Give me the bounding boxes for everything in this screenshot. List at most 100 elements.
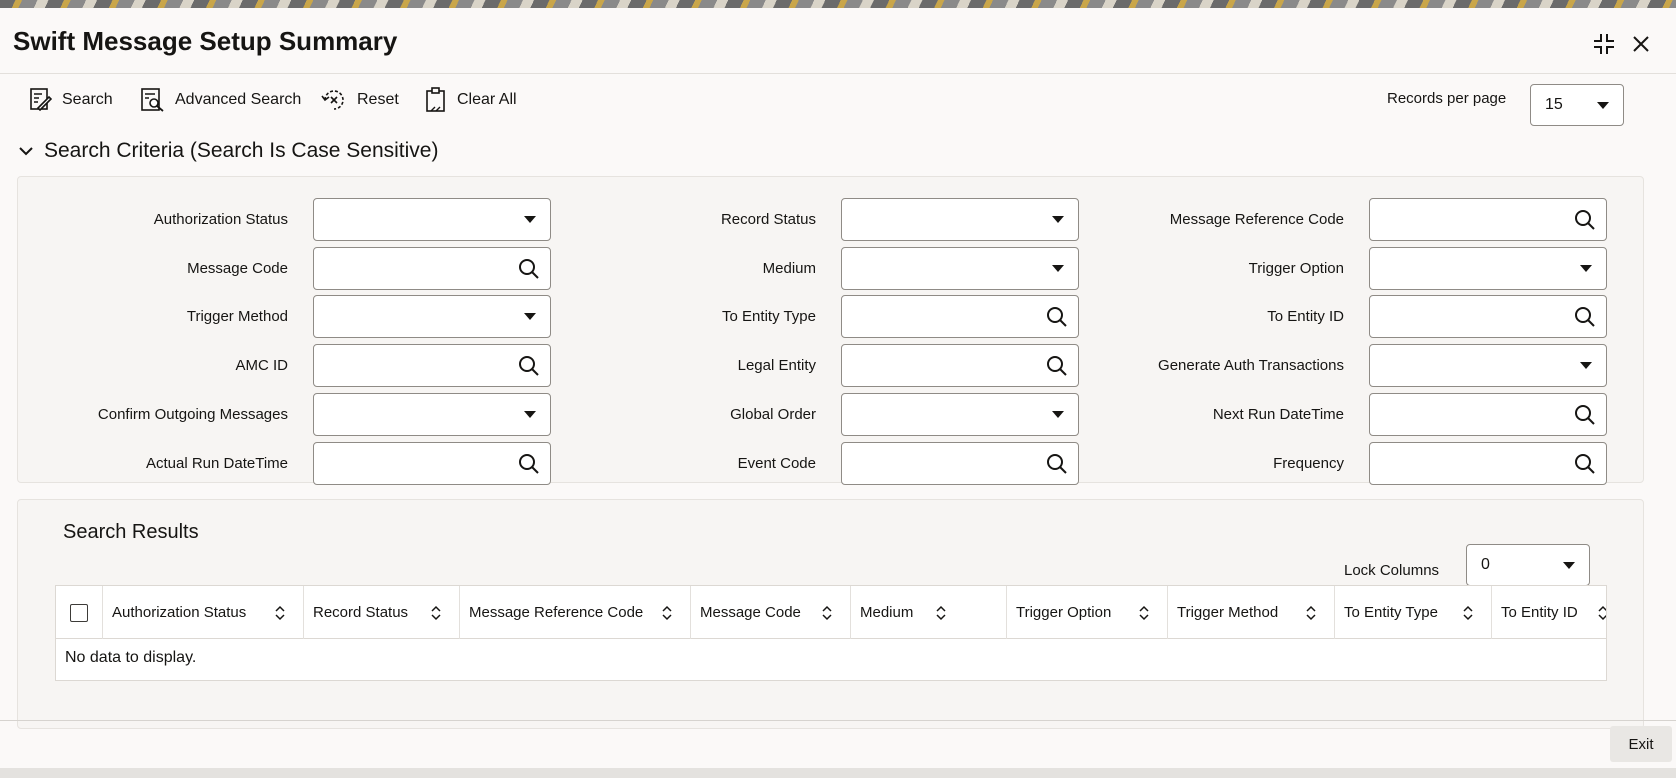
sort-icon[interactable] [936,605,946,621]
search-button-label: Search [62,91,113,108]
global-order-select[interactable] [841,393,1079,436]
legal-entity-label: Legal Entity [737,357,816,374]
medium-select[interactable] [841,247,1079,290]
footer-divider [0,720,1676,721]
trigger-method-label: Trigger Method [186,308,288,325]
search-icon[interactable] [1046,306,1068,328]
column-header[interactable]: To Entity Type [1335,586,1492,639]
search-icon[interactable] [1046,453,1068,475]
message-code-input[interactable] [313,247,551,290]
search-criteria-header: Search Criteria (Search Is Case Sensitiv… [44,139,439,162]
sort-icon[interactable] [1306,605,1316,621]
dropdown-caret-icon [1580,362,1592,369]
generate-auth-transactions-select[interactable] [1369,344,1607,387]
lock-columns-value: 0 [1481,556,1490,573]
select-all-cell [56,586,103,639]
close-button[interactable] [1627,30,1655,58]
summary-window: Swift Message Setup Summary Search Advan… [0,8,1676,768]
actual-run-datetime-input[interactable] [313,442,551,485]
search-icon[interactable] [518,453,540,475]
column-header[interactable]: To Entity ID [1492,586,1606,639]
dropdown-caret-icon [1563,561,1575,569]
dropdown-caret-icon [1597,101,1609,109]
record-status-select[interactable] [841,198,1079,241]
frequency-input[interactable] [1369,442,1607,485]
column-header[interactable]: Trigger Method [1168,586,1335,639]
page-title: Swift Message Setup Summary [13,26,398,56]
sort-icon[interactable] [1463,605,1473,621]
to-entity-type-label: To Entity Type [722,308,816,325]
frequency-label: Frequency [1273,455,1344,472]
records-per-page-select[interactable]: 15 [1530,84,1624,126]
confirm-outgoing-messages-select[interactable] [313,393,551,436]
select-all-checkbox[interactable] [70,604,88,622]
dropdown-caret-icon [524,216,536,223]
authorization-status-label: Authorization Status [153,211,288,228]
message-code-label: Message Code [187,260,288,277]
search-icon[interactable] [518,258,540,280]
empty-table-message: No data to display. [65,649,197,666]
column-header[interactable]: Trigger Option [1007,586,1168,639]
top-banner [0,0,1676,8]
advanced-search-button[interactable]: Advanced Search [141,86,301,114]
next-run-datetime-label: Next Run DateTime [1212,406,1344,423]
amc-id-label: AMC ID [235,357,289,374]
search-button[interactable]: Search [30,86,113,114]
generate-auth-transactions-label: Generate Auth Transactions [1158,357,1344,374]
dropdown-caret-icon [524,313,536,320]
global-order-label: Global Order [730,406,816,423]
sort-icon[interactable] [662,605,672,621]
clear-all-button[interactable]: Clear All [425,86,517,114]
column-header[interactable]: Medium [851,586,1007,639]
minimize-button[interactable] [1590,30,1618,58]
sort-icon[interactable] [1598,605,1606,621]
results-table: Authorization Status Record Status Messa… [55,585,1607,681]
column-header[interactable]: Message Code [691,586,851,639]
next-run-datetime-input[interactable] [1369,393,1607,436]
trigger-option-label: Trigger Option [1248,260,1344,277]
search-icon[interactable] [1574,306,1596,328]
clear-all-button-label: Clear All [457,91,517,108]
amc-id-input[interactable] [313,344,551,387]
title-divider [0,73,1676,74]
bottom-strip [0,768,1676,778]
trigger-method-select[interactable] [313,295,551,338]
lock-columns-select[interactable]: 0 [1466,544,1590,586]
sort-icon[interactable] [1139,605,1149,621]
message-reference-code-input[interactable] [1369,198,1607,241]
search-icon[interactable] [518,355,540,377]
to-entity-id-input[interactable] [1369,295,1607,338]
legal-entity-input[interactable] [841,344,1079,387]
chevron-down-icon [19,147,33,156]
search-criteria-toggle[interactable]: Search Criteria (Search Is Case Sensitiv… [18,139,438,163]
confirm-outgoing-messages-label: Confirm Outgoing Messages [97,406,288,423]
search-icon[interactable] [1574,209,1596,231]
search-icon[interactable] [1574,404,1596,426]
authorization-status-select[interactable] [313,198,551,241]
to-entity-type-input[interactable] [841,295,1079,338]
column-header[interactable]: Authorization Status [103,586,304,639]
records-per-page-label: Records per page [1387,90,1507,107]
sort-icon[interactable] [431,605,441,621]
dropdown-caret-icon [1052,411,1064,418]
event-code-label: Event Code [737,455,816,472]
dropdown-caret-icon [524,411,536,418]
event-code-input[interactable] [841,442,1079,485]
reset-button[interactable]: Reset [321,86,399,114]
column-header[interactable]: Message Reference Code [460,586,691,639]
reset-icon [321,90,344,110]
column-header[interactable]: Record Status [304,586,460,639]
medium-label: Medium [762,260,816,277]
search-icon[interactable] [1046,355,1068,377]
to-entity-id-label: To Entity ID [1267,308,1344,325]
search-icon[interactable] [1574,453,1596,475]
sort-icon[interactable] [275,605,285,621]
search-results-title: Search Results [63,521,199,543]
trigger-option-select[interactable] [1369,247,1607,290]
close-icon [1633,36,1649,52]
exit-button[interactable]: Exit [1610,726,1672,762]
advanced-search-icon [141,88,164,112]
dropdown-caret-icon [1580,265,1592,272]
message-reference-code-label: Message Reference Code [1169,211,1344,228]
sort-icon[interactable] [822,605,832,621]
